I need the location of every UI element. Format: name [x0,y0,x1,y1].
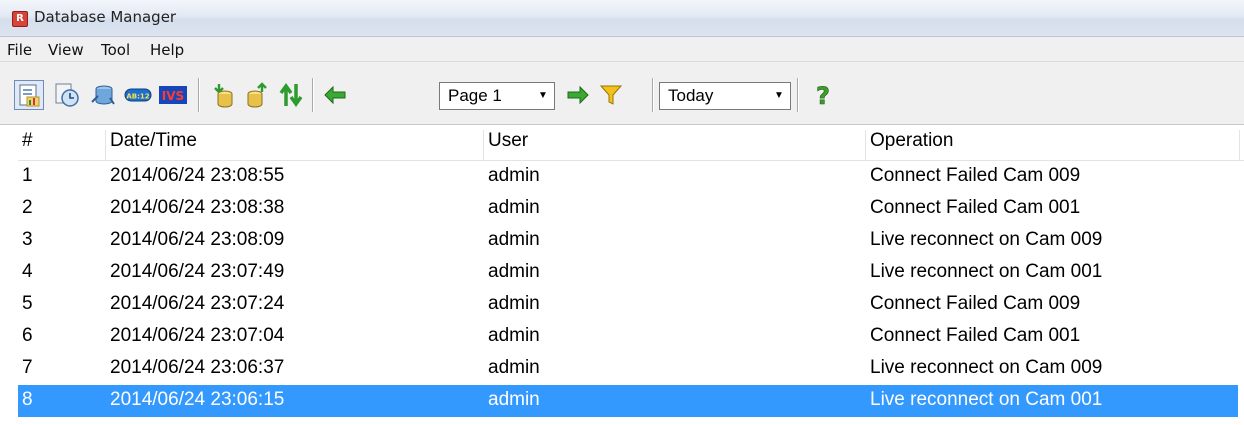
clock-document-icon [55,83,79,107]
menu-view[interactable]: View [48,41,84,59]
row-operation: Live reconnect on Cam 009 [870,357,1103,378]
table-row[interactable]: 6 2014/06/24 23:07:04 admin Connect Fail… [18,321,1238,353]
app-logo-icon: R [12,11,28,27]
table-header: # Date/Time User Operation [18,130,1244,161]
ivs-icon: IVS [159,86,187,104]
row-number: 8 [22,389,33,410]
question-mark-icon: ? [816,82,831,108]
row-operation: Live reconnect on Cam 009 [870,229,1103,250]
row-number: 7 [22,357,33,378]
toolbar-separator [797,78,798,112]
import-button[interactable] [208,80,238,110]
table-row-selected[interactable]: 8 2014/06/24 23:06:15 admin Live reconne… [18,385,1238,417]
row-operation: Connect Failed Cam 001 [870,197,1081,218]
table-row[interactable]: 5 2014/06/24 23:07:24 admin Connect Fail… [18,289,1238,321]
toolbar-separator [652,78,653,112]
sync-button[interactable] [276,80,306,110]
history-button[interactable] [51,80,81,110]
row-datetime: 2014/06/24 23:08:09 [110,229,285,250]
row-number: 5 [22,293,33,314]
row-operation: Live reconnect on Cam 001 [870,389,1103,410]
import-database-icon [214,84,233,108]
row-user: admin [488,325,540,346]
row-datetime: 2014/06/24 23:08:38 [110,197,285,218]
column-header-datetime[interactable]: Date/Time [106,130,484,160]
toolbar-separator [312,78,313,112]
ivs-button[interactable]: IVS [158,80,188,110]
row-user: admin [488,229,540,250]
table-row[interactable]: 4 2014/06/24 23:07:49 admin Live reconne… [18,257,1238,289]
table-row[interactable]: 2 2014/06/24 23:08:38 admin Connect Fail… [18,193,1238,225]
title-bar: R Database Manager [0,0,1244,37]
row-number: 1 [22,165,33,186]
row-user: admin [488,389,540,410]
chevron-down-icon[interactable]: ▼ [535,86,551,104]
row-datetime: 2014/06/24 23:06:15 [110,389,285,410]
prev-page-button[interactable] [320,80,350,110]
column-header-operation[interactable]: Operation [866,130,1240,160]
table-row[interactable]: 3 2014/06/24 23:08:09 admin Live reconne… [18,225,1238,257]
right-arrow-icon [567,85,589,105]
help-button[interactable]: ? [808,80,838,110]
menu-tool[interactable]: Tool [101,41,130,59]
menu-file[interactable]: File [7,41,32,59]
export-database-icon [247,82,267,108]
operation-log-button[interactable] [14,80,44,110]
toolbar-separator [198,78,199,112]
page-select-value: Page 1 [448,86,502,105]
io-sensor-icon: AB:12 [124,88,152,102]
row-user: admin [488,293,540,314]
row-datetime: 2014/06/24 23:07:24 [110,293,285,314]
row-user: admin [488,261,540,282]
sync-arrows-icon [279,82,303,108]
row-number: 4 [22,261,33,282]
sensor-button[interactable]: AB:12 [123,80,153,110]
svg-text:AB:12: AB:12 [126,93,149,101]
row-datetime: 2014/06/24 23:07:04 [110,325,285,346]
menu-bar: File View Tool Help [0,37,1244,62]
row-datetime: 2014/06/24 23:08:55 [110,165,285,186]
network-database-icon [91,85,115,105]
row-operation: Connect Failed Cam 001 [870,325,1081,346]
filter-button[interactable] [596,80,626,110]
table-row[interactable]: 7 2014/06/24 23:06:37 admin Live reconne… [18,353,1238,385]
row-user: admin [488,357,540,378]
document-chart-icon [19,84,40,107]
row-operation: Connect Failed Cam 009 [870,165,1081,186]
svg-text:IVS: IVS [162,89,184,103]
export-button[interactable] [242,80,272,110]
table-row[interactable]: 1 2014/06/24 23:08:55 admin Connect Fail… [18,161,1238,193]
row-datetime: 2014/06/24 23:07:49 [110,261,285,282]
menu-help[interactable]: Help [150,41,184,59]
row-number: 2 [22,197,33,218]
date-range-select[interactable]: Today ▼ [659,82,791,110]
left-arrow-icon [324,85,346,105]
row-operation: Live reconnect on Cam 001 [870,261,1103,282]
row-number: 6 [22,325,33,346]
svg-text:?: ? [816,82,830,108]
row-operation: Connect Failed Cam 009 [870,293,1081,314]
page-select[interactable]: Page 1 ▼ [439,82,555,110]
date-range-value: Today [668,86,714,105]
row-user: admin [488,197,540,218]
filter-funnel-icon [599,85,623,105]
toolbar: AB:12 IVS Page 1 ▼ Today ▼ ? [0,62,1244,125]
column-header-number[interactable]: # [18,130,106,160]
operation-log-table: # Date/Time User Operation 1 2014/06/24 … [0,125,1244,425]
row-number: 3 [22,229,33,250]
column-header-user[interactable]: User [484,130,866,160]
network-button[interactable] [88,80,118,110]
row-user: admin [488,165,540,186]
next-page-button[interactable] [563,80,593,110]
window-title: Database Manager [34,8,177,26]
row-datetime: 2014/06/24 23:06:37 [110,357,285,378]
chevron-down-icon[interactable]: ▼ [771,86,787,104]
